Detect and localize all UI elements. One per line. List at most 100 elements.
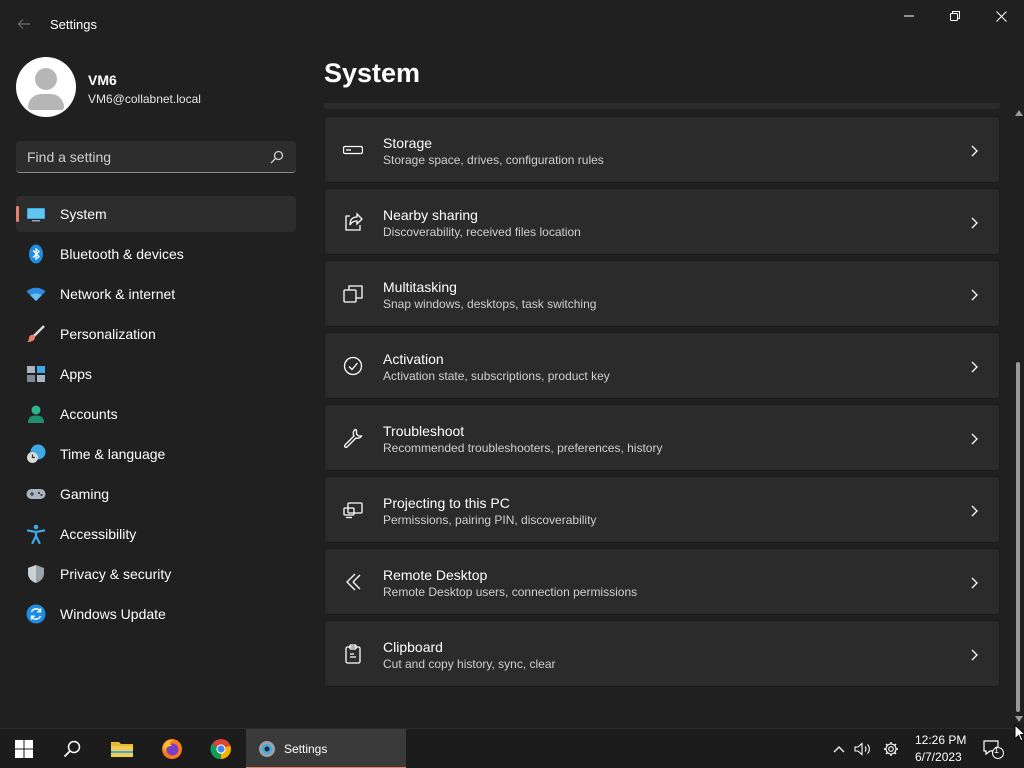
user-profile[interactable]: VM6 VM6@collabnet.local bbox=[16, 57, 296, 117]
wifi-icon bbox=[26, 287, 46, 301]
taskbar-date[interactable]: 6/7/2023 bbox=[915, 750, 962, 764]
sidebar-item-label: Time & language bbox=[60, 446, 166, 462]
mouse-cursor-icon bbox=[1014, 724, 1024, 742]
sidebar-item-label: Windows Update bbox=[60, 606, 166, 622]
sidebar-item-time-language[interactable]: Time & language bbox=[16, 436, 296, 472]
avatar bbox=[16, 57, 76, 117]
page-title: System bbox=[324, 58, 421, 88]
card-projecting[interactable]: Projecting to this PC Permissions, pairi… bbox=[324, 476, 1000, 543]
sidebar-item-accessibility[interactable]: Accessibility bbox=[16, 516, 296, 552]
search-icon bbox=[270, 150, 284, 164]
storage-icon bbox=[342, 140, 364, 160]
sidebar-item-apps[interactable]: Apps bbox=[16, 356, 296, 392]
chevron-right-icon bbox=[969, 576, 979, 589]
sidebar-item-label: Network & internet bbox=[60, 286, 176, 302]
card-subtitle: Remote Desktop users, connection permiss… bbox=[383, 585, 638, 599]
user-email: VM6@collabnet.local bbox=[88, 92, 201, 106]
restore-icon bbox=[950, 11, 960, 21]
accessibility-icon bbox=[26, 524, 46, 544]
card-clipboard[interactable]: Clipboard Cut and copy history, sync, cl… bbox=[324, 620, 1000, 687]
settings-gear-icon bbox=[259, 741, 275, 757]
sidebar-item-network[interactable]: Network & internet bbox=[16, 276, 296, 312]
chrome-button[interactable] bbox=[199, 729, 243, 768]
firefox-button[interactable] bbox=[150, 729, 194, 768]
search-icon bbox=[63, 740, 81, 758]
minimize-icon bbox=[904, 15, 914, 17]
sidebar-item-personalization[interactable]: Personalization bbox=[16, 316, 296, 352]
card-subtitle: Permissions, pairing PIN, discoverabilit… bbox=[383, 513, 597, 527]
system-icon bbox=[27, 208, 45, 222]
taskbar-settings-app[interactable]: Settings bbox=[246, 729, 406, 768]
clock-globe-icon bbox=[27, 444, 46, 463]
notification-count-badge: 1 bbox=[994, 745, 1000, 755]
sidebar-item-system[interactable]: System bbox=[16, 196, 296, 232]
minimize-button[interactable] bbox=[886, 0, 932, 32]
firefox-icon bbox=[162, 739, 182, 759]
taskbar-app-label: Settings bbox=[284, 742, 328, 756]
window-title: Settings bbox=[50, 17, 97, 32]
apps-icon bbox=[27, 366, 45, 382]
card-subtitle: Snap windows, desktops, task switching bbox=[383, 297, 597, 311]
sidebar-item-accounts[interactable]: Accounts bbox=[16, 396, 296, 432]
card-remote-desktop[interactable]: Remote Desktop Remote Desktop users, con… bbox=[324, 548, 1000, 615]
card-multitasking[interactable]: Multitasking Snap windows, desktops, tas… bbox=[324, 260, 1000, 327]
card-subtitle: Discoverability, received files location bbox=[383, 225, 581, 239]
sidebar-item-label: Gaming bbox=[60, 486, 110, 502]
start-button[interactable] bbox=[2, 729, 46, 768]
scroll-up-arrow[interactable] bbox=[1015, 110, 1023, 116]
gamepad-icon bbox=[26, 489, 46, 499]
checkmark-circle-icon bbox=[343, 356, 363, 376]
card-subtitle: Recommended troubleshooters, preferences… bbox=[383, 441, 663, 455]
card-troubleshoot[interactable]: Troubleshoot Recommended troubleshooters… bbox=[324, 404, 1000, 471]
sidebar-item-label: Apps bbox=[60, 366, 92, 382]
sidebar-item-windows-update[interactable]: Windows Update bbox=[16, 596, 296, 632]
card-storage[interactable]: Storage Storage space, drives, configura… bbox=[324, 116, 1000, 183]
taskbar-time[interactable]: 12:26 PM bbox=[915, 733, 966, 747]
back-arrow-icon bbox=[17, 19, 30, 29]
close-button[interactable] bbox=[978, 0, 1024, 32]
tray-settings-button[interactable] bbox=[880, 729, 902, 768]
sidebar-item-gaming[interactable]: Gaming bbox=[16, 476, 296, 512]
card-title: Activation bbox=[383, 351, 444, 367]
back-button[interactable] bbox=[10, 12, 38, 36]
restore-button[interactable] bbox=[932, 0, 978, 32]
sidebar-item-label: System bbox=[60, 206, 107, 222]
volume-button[interactable] bbox=[851, 729, 873, 768]
volume-icon bbox=[853, 742, 870, 756]
remote-desktop-icon bbox=[343, 572, 363, 592]
card-title: Storage bbox=[383, 135, 433, 151]
close-icon bbox=[995, 10, 1007, 22]
card-title: Troubleshoot bbox=[383, 423, 465, 439]
gear-icon bbox=[884, 742, 898, 756]
title-bar: Settings bbox=[0, 0, 1024, 48]
sidebar-item-label: Bluetooth & devices bbox=[60, 246, 184, 262]
file-explorer-button[interactable] bbox=[100, 729, 144, 768]
start-icon bbox=[15, 740, 33, 758]
chevron-up-icon bbox=[833, 746, 845, 753]
chevron-right-icon bbox=[969, 432, 979, 445]
scroll-thumb[interactable] bbox=[1016, 362, 1020, 712]
sidebar-item-label: Accessibility bbox=[60, 526, 137, 542]
search-input[interactable]: Find a setting bbox=[16, 141, 296, 173]
chrome-icon bbox=[210, 739, 231, 760]
wrench-icon bbox=[343, 428, 363, 449]
card-title: Remote Desktop bbox=[383, 567, 488, 583]
card-title: Multitasking bbox=[383, 279, 457, 295]
taskbar: Settings 12:26 PM 6/7/2023 1 bbox=[0, 728, 1024, 768]
card-nearby-sharing[interactable]: Nearby sharing Discoverability, received… bbox=[324, 188, 1000, 255]
sidebar-item-privacy-security[interactable]: Privacy & security bbox=[16, 556, 296, 592]
sidebar-item-label: Privacy & security bbox=[60, 566, 172, 582]
taskbar-search-button[interactable] bbox=[50, 729, 94, 768]
card-subtitle: Activation state, subscriptions, product… bbox=[383, 369, 610, 383]
card-activation[interactable]: Activation Activation state, subscriptio… bbox=[324, 332, 1000, 399]
content-scrollbar[interactable] bbox=[1012, 108, 1024, 726]
user-name: VM6 bbox=[88, 72, 117, 88]
share-icon bbox=[343, 212, 363, 232]
notification-center-button[interactable]: 1 bbox=[980, 729, 1006, 768]
file-explorer-icon bbox=[111, 742, 133, 757]
card-subtitle: Storage space, drives, configuration rul… bbox=[383, 153, 604, 167]
show-hidden-icons-button[interactable] bbox=[829, 729, 849, 768]
scroll-down-arrow[interactable] bbox=[1015, 716, 1023, 722]
search-placeholder: Find a setting bbox=[27, 149, 112, 165]
sidebar-item-bluetooth[interactable]: Bluetooth & devices bbox=[16, 236, 296, 272]
